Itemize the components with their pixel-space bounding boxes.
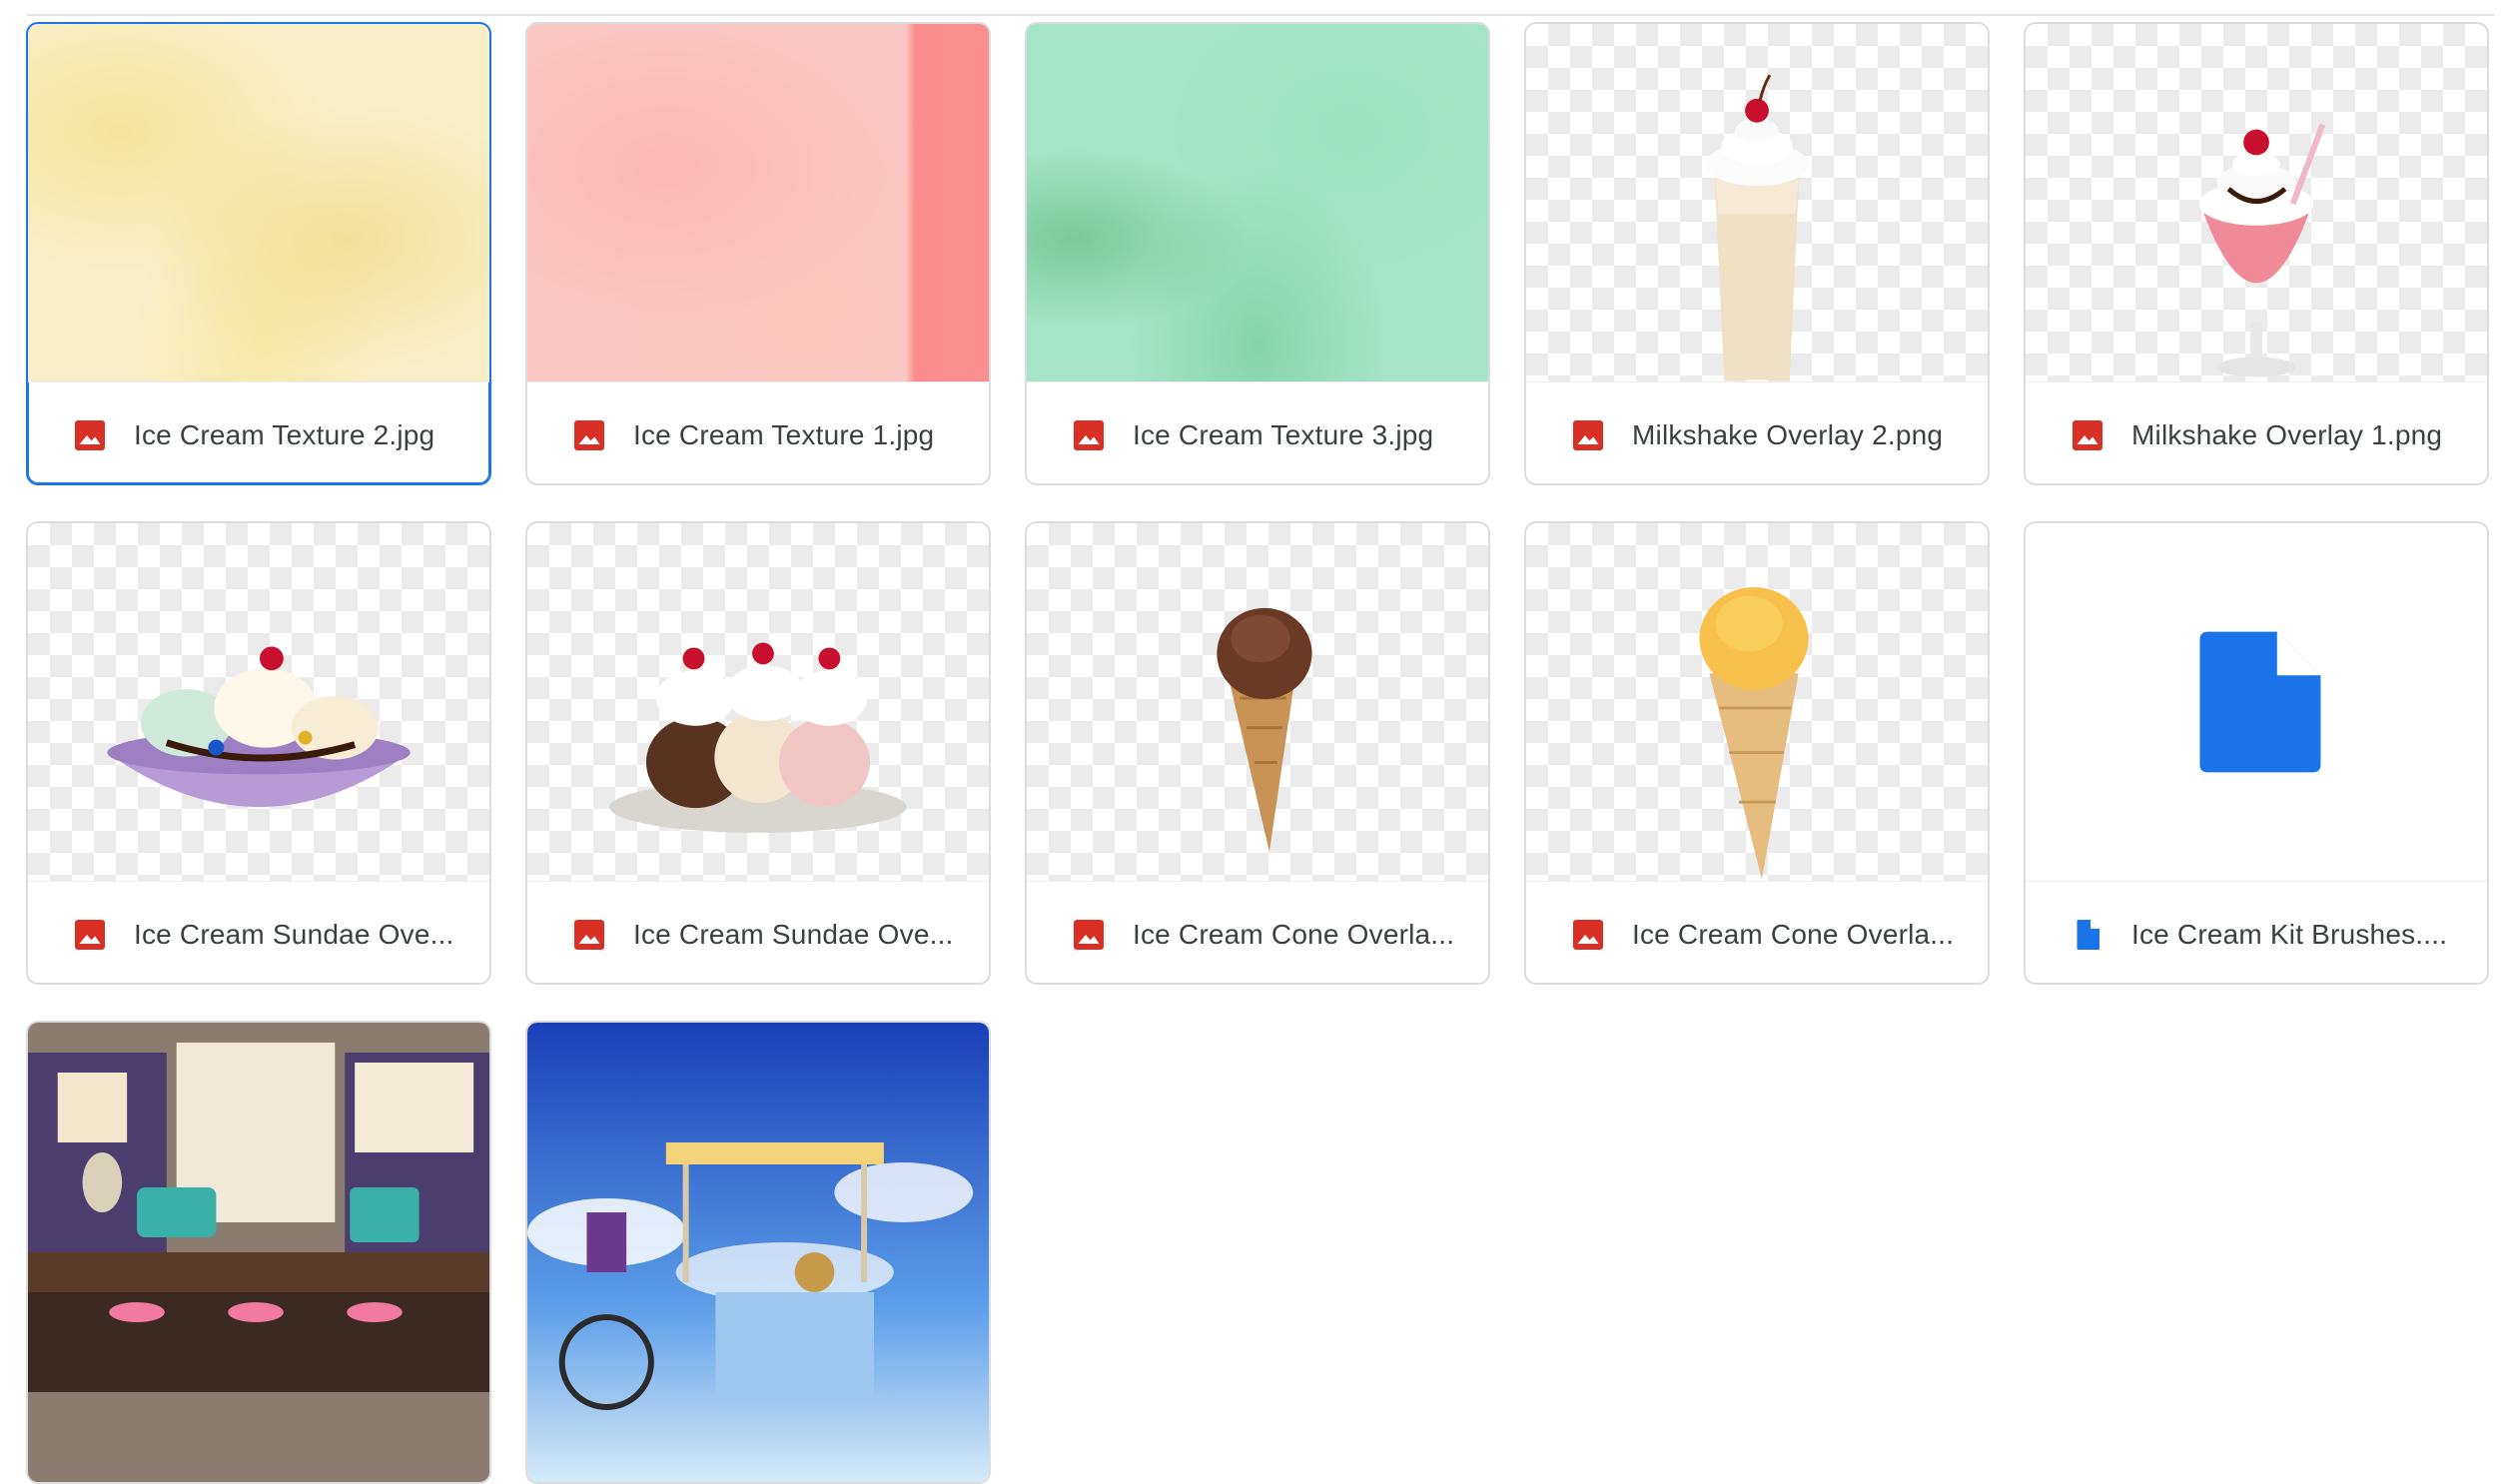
ice-cream-parlor-illustration [28,1023,489,1482]
file-thumbnail [28,24,489,381]
banana-split-illustration [609,642,907,833]
file-thumbnail [2026,24,2487,381]
file-card-parlor-background[interactable] [26,1021,491,1484]
chocolate-cone-illustration [1217,607,1312,852]
file-card-cone-2[interactable]: Ice Cream Cone Overla... [1524,521,1990,985]
file-thumbnail [2026,523,2487,881]
image-file-icon [1071,917,1107,953]
sundae-illustration [107,646,411,808]
file-name: Ice Cream Cone Overla... [1632,919,1955,950]
file-name: Milkshake Overlay 1.png [2131,419,2443,450]
image-file-icon [571,917,607,953]
file-card-cone-1[interactable]: Ice Cream Cone Overla... [1025,521,1490,985]
file-name: Ice Cream Texture 3.jpg [1133,419,1434,450]
file-card-sundae-2[interactable]: Ice Cream Sundae Ove... [525,521,991,985]
image-file-icon [1071,417,1107,453]
file-thumbnail [1526,24,1988,381]
image-file-icon [2070,417,2105,453]
file-name: Ice Cream Texture 1.jpg [633,419,935,450]
image-file-icon [72,417,108,453]
file-thumbnail [28,1023,489,1482]
file-thumbnail [527,523,989,881]
file-card-sundae-1[interactable]: Ice Cream Sundae Ove... [26,521,491,985]
image-file-icon [72,917,108,953]
vanilla-cone-illustration [1699,586,1809,880]
file-name: Ice Cream Cone Overla... [1133,919,1455,950]
image-file-icon [1570,917,1606,953]
milkshake-illustration [1705,74,1809,380]
file-thumbnail [1027,24,1488,381]
image-file-icon [571,417,607,453]
ice-cream-cart-illustration [527,1023,989,1482]
file-card-texture-3[interactable]: Ice Cream Texture 3.jpg [1025,22,1490,485]
file-thumbnail [1526,523,1988,881]
file-card-brushes[interactable]: Ice Cream Kit Brushes.... [2024,521,2489,985]
toolbar-divider [27,0,2494,16]
file-name: Ice Cream Sundae Ove... [633,919,954,950]
generic-file-icon [2070,917,2105,953]
file-card-texture-2[interactable]: Ice Cream Texture 2.jpg [26,22,491,485]
generic-file-icon [2199,631,2321,773]
file-card-milkshake-2[interactable]: Milkshake Overlay 2.png [1524,22,1990,485]
file-name: Milkshake Overlay 2.png [1632,419,1944,450]
file-thumbnail [1027,523,1488,881]
milkshake-illustration [2198,123,2326,377]
file-name: Ice Cream Kit Brushes.... [2131,919,2448,950]
image-file-icon [1570,417,1606,453]
file-thumbnail [527,24,989,381]
file-name: Ice Cream Texture 2.jpg [134,419,435,450]
file-card-cart-background[interactable] [525,1021,991,1484]
file-name: Ice Cream Sundae Ove... [134,919,454,950]
file-thumbnail [527,1023,989,1482]
file-thumbnail [28,523,489,881]
file-card-texture-1[interactable]: Ice Cream Texture 1.jpg [525,22,991,485]
file-card-milkshake-1[interactable]: Milkshake Overlay 1.png [2024,22,2489,485]
